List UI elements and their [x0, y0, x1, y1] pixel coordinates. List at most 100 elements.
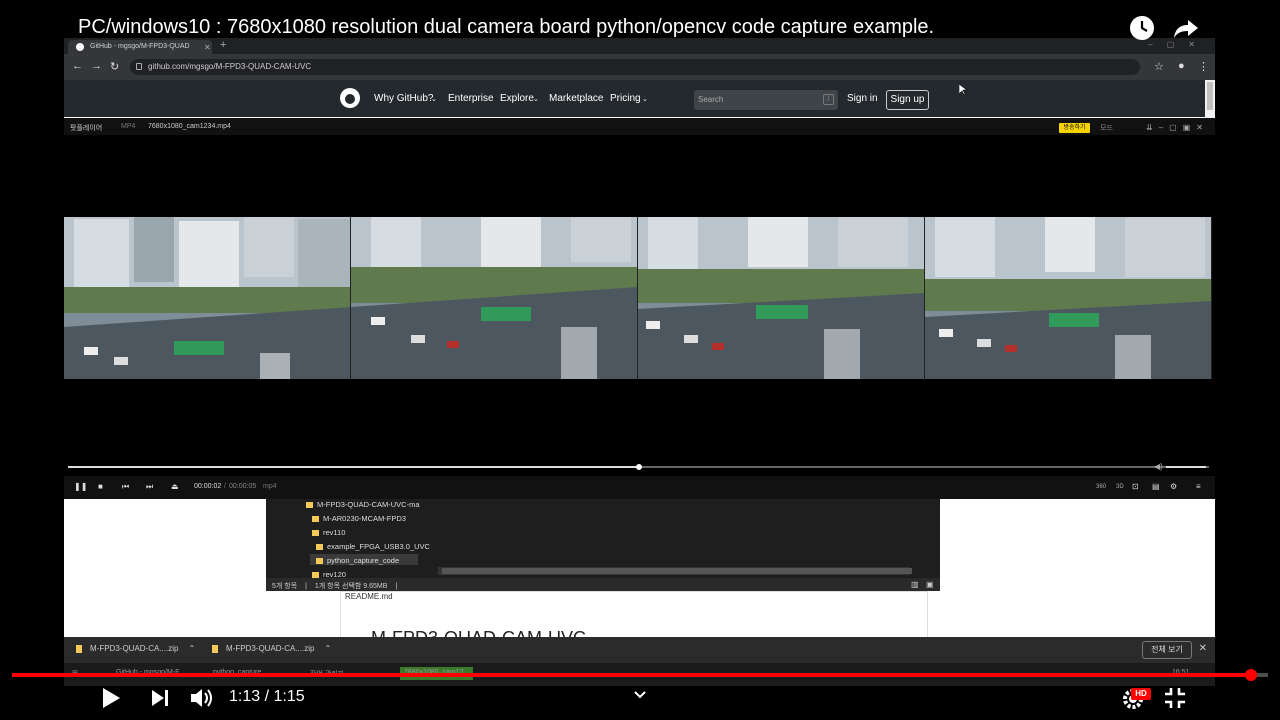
github-logo-icon[interactable]: [340, 88, 360, 108]
youtube-time-display: 1:13 / 1:15: [229, 688, 305, 706]
tree-item[interactable]: python_capture_code: [316, 556, 399, 565]
youtube-player: PC/windows10 : 7680x1080 resolution dual…: [0, 0, 1280, 720]
player-controls: ❚❚ ■ ⏮ ⏭ ⏏ 00:00:02 / 00:00:05 mp4 360 3…: [64, 476, 1215, 499]
360-toggle[interactable]: 360: [1096, 484, 1106, 490]
player-time-total: 00:00:05: [229, 483, 257, 490]
tree-item-label: rev120: [323, 570, 346, 578]
tree-item[interactable]: M-AR0230-MCAM-FPD3: [312, 514, 406, 523]
url-text: github.com/mgsgo/M-FPD3-QUAD-CAM-UVC: [148, 62, 312, 71]
scrollbar-thumb[interactable]: [442, 568, 912, 574]
player-window-controls[interactable]: ⇊–▢▣✕: [1146, 123, 1209, 132]
chevron-up-icon[interactable]: ⌃: [188, 644, 195, 653]
forward-arrow-icon[interactable]: →: [91, 60, 102, 72]
sign-up-button[interactable]: Sign up: [886, 90, 929, 110]
capture-icon[interactable]: ⊡: [1132, 482, 1139, 491]
status-item-count: 5개 항목: [272, 583, 298, 590]
nav-marketplace[interactable]: Marketplace: [549, 93, 603, 104]
zip-file-icon: [212, 644, 218, 653]
close-tab-icon[interactable]: ✕: [204, 43, 211, 52]
eject-icon[interactable]: ⏏: [171, 482, 179, 491]
show-all-downloads-button[interactable]: 전체 보기: [1142, 641, 1192, 659]
player-volume-slider[interactable]: [1166, 466, 1206, 468]
new-tab-icon[interactable]: +: [220, 39, 226, 51]
readme-file-label[interactable]: README.md: [345, 592, 393, 601]
file-explorer-window: M-FPD3-QUAD-CAM-UVC-ma M-AR0230-MCAM-FPD…: [266, 499, 940, 591]
chevron-up-icon[interactable]: ⌃: [324, 644, 331, 653]
street-scene-image: [638, 217, 924, 379]
youtube-time-current: 1:13: [229, 688, 261, 705]
nav-enterprise[interactable]: Enterprise: [448, 93, 494, 104]
url-input[interactable]: github.com/mgsgo/M-FPD3-QUAD-CAM-UVC: [130, 59, 1140, 75]
sign-in-link[interactable]: Sign in: [847, 93, 878, 104]
previous-icon[interactable]: ⏮: [122, 482, 129, 492]
3d-toggle[interactable]: 3D: [1116, 484, 1124, 490]
broadcast-badge[interactable]: 방송하기: [1059, 123, 1090, 133]
tree-item[interactable]: example_FPGA_USB3.0_UVC: [316, 542, 430, 551]
gear-icon[interactable]: ⚙: [1170, 482, 1177, 491]
search-shortcut-key: /: [823, 94, 834, 105]
tree-item[interactable]: M-FPD3-QUAD-CAM-UVC-ma: [306, 500, 420, 509]
downloads-bar: M-FPD3-QUAD-CA....zip ⌃ M-FPD3-QUAD-CA...…: [64, 637, 1215, 663]
chevron-down-icon: ⌄: [533, 96, 539, 103]
nav-why-github[interactable]: Why GitHub?: [374, 93, 433, 104]
menu-dots-icon[interactable]: ⋮: [1198, 60, 1209, 73]
download-item[interactable]: M-FPD3-QUAD-CA....zip ⌃: [212, 644, 331, 653]
tree-item[interactable]: rev110: [312, 528, 345, 537]
download-filename: M-FPD3-QUAD-CA....zip: [226, 644, 315, 653]
back-arrow-icon[interactable]: ←: [72, 60, 83, 72]
player-seek-progress: [68, 466, 639, 468]
github-favicon-icon: [76, 43, 84, 51]
chrome-address-bar: ← → ↻ github.com/mgsgo/M-FPD3-QUAD-CAM-U…: [64, 54, 1215, 80]
menu-icon[interactable]: ≡: [1196, 482, 1201, 491]
tree-item[interactable]: rev120: [312, 570, 346, 578]
scrollbar-thumb[interactable]: [1207, 82, 1213, 110]
tree-item-label: python_capture_code: [327, 556, 400, 565]
clock-icon[interactable]: [1128, 14, 1156, 42]
browser-tab[interactable]: GitHub - mgsgo/M-FPD3-QUAD ✕: [68, 40, 212, 54]
github-header: Why GitHub? ⌄ Enterprise Explore ⌄ Marke…: [64, 80, 1215, 117]
youtube-progress-fill: [12, 673, 1252, 677]
nav-explore[interactable]: Explore: [500, 93, 534, 104]
share-arrow-icon[interactable]: [1172, 14, 1200, 42]
tree-item-label: M-FPD3-QUAD-CAM-UVC-ma: [317, 500, 420, 509]
next-track-icon[interactable]: ⏭: [146, 482, 153, 492]
volume-icon[interactable]: [189, 686, 215, 715]
chevron-down-icon: ⌄: [642, 96, 648, 103]
player-app-name[interactable]: 팟플레이어: [70, 123, 102, 133]
codec-label: mp4: [263, 483, 277, 490]
reload-icon[interactable]: ↻: [110, 60, 119, 73]
youtube-time-total: 1:15: [273, 688, 305, 705]
camera-frame: [638, 217, 925, 379]
next-icon[interactable]: [150, 688, 170, 713]
youtube-time-separator: /: [260, 688, 274, 705]
bookmark-star-icon[interactable]: ☆: [1154, 60, 1164, 73]
folder-icon: [312, 530, 319, 537]
player-time-sep: /: [224, 483, 226, 490]
folder-icon: [316, 544, 323, 551]
large-icons-view-icon[interactable]: ▣: [926, 580, 934, 589]
folder-icon: [316, 558, 323, 565]
mode-select[interactable]: 모드: [1100, 123, 1113, 133]
player-seek-bar[interactable]: [68, 464, 1209, 470]
video-title[interactable]: PC/windows10 : 7680x1080 resolution dual…: [78, 16, 934, 39]
player-volume-icon[interactable]: ◀): [1154, 462, 1163, 471]
search-input[interactable]: Search /: [694, 90, 838, 110]
details-view-icon[interactable]: ▥: [911, 580, 919, 589]
youtube-progress-bar[interactable]: [12, 669, 1268, 681]
download-item[interactable]: M-FPD3-QUAD-CA....zip ⌃: [76, 644, 195, 653]
play-icon[interactable]: [100, 686, 122, 715]
youtube-scrubber-knob[interactable]: [1245, 669, 1258, 681]
exit-fullscreen-icon[interactable]: [1163, 686, 1187, 715]
player-seek-knob[interactable]: [635, 464, 642, 470]
street-scene-image: [64, 217, 350, 379]
pause-icon[interactable]: ❚❚: [74, 482, 87, 491]
stop-icon[interactable]: ■: [98, 482, 103, 491]
explorer-horizontal-scrollbar[interactable]: [438, 567, 912, 575]
nav-pricing[interactable]: Pricing: [610, 93, 641, 104]
close-downloads-icon[interactable]: ✕: [1199, 643, 1207, 654]
chevron-down-icon[interactable]: [632, 688, 648, 706]
playlist-icon[interactable]: ▤: [1152, 482, 1160, 491]
readme-box: README.md M-FPD3-QUAD-CAM-UVC: [340, 591, 928, 648]
profile-avatar-icon[interactable]: ●: [1178, 60, 1185, 72]
mouse-cursor-icon: [959, 84, 967, 96]
